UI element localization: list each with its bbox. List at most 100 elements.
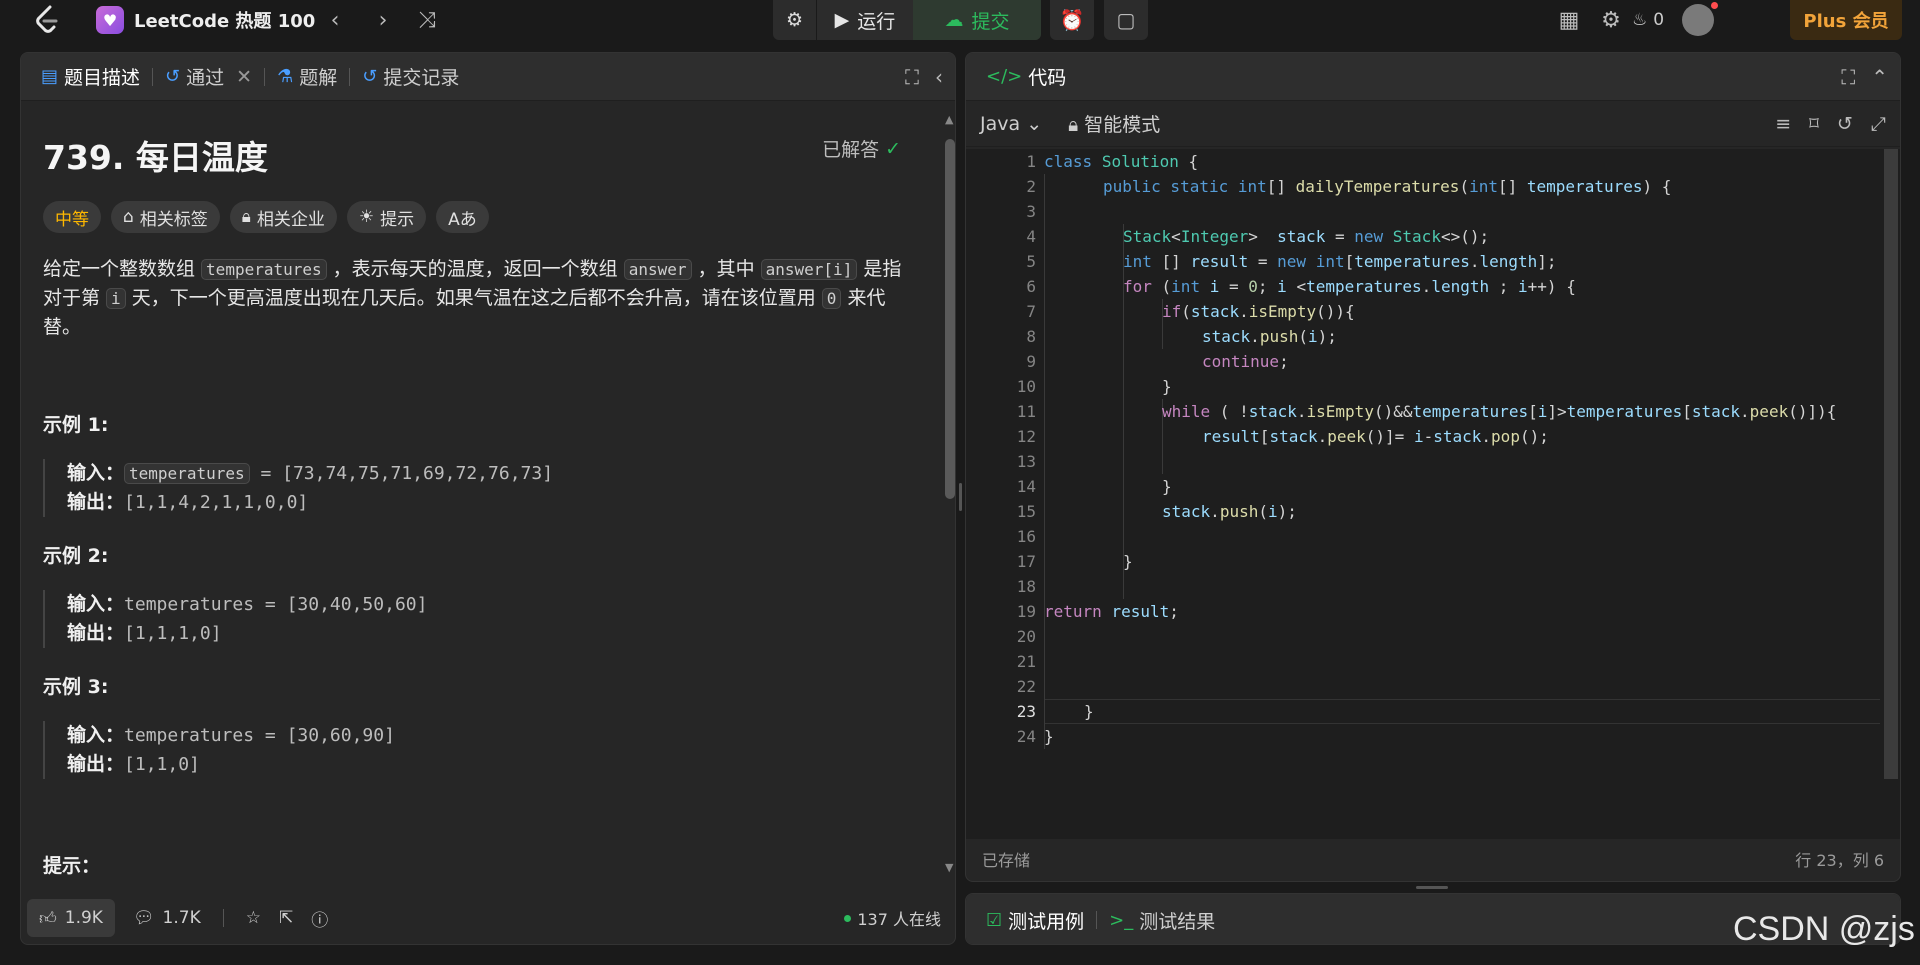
editor-scrollbar[interactable] — [1884, 149, 1898, 839]
line-number: 23 — [1016, 702, 1036, 721]
description-scrollbar[interactable]: ▲ ▼ — [943, 113, 955, 874]
code-line: } — [1162, 477, 1172, 496]
chevron-down-icon: ⌄ — [1026, 112, 1043, 135]
submit-button[interactable]: ☁ 提交 — [913, 0, 1041, 40]
tab-submissions[interactable]: ↺ 提交记录 — [354, 53, 467, 101]
scrollbar-thumb[interactable] — [945, 139, 955, 499]
code-line: if(stack.isEmpty()){ — [1162, 302, 1355, 321]
help-icon[interactable]: ⓘ — [311, 906, 328, 931]
line-number: 22 — [1016, 677, 1036, 696]
line-number: 2 — [1026, 177, 1036, 196]
watermark: CSDN @zjs — [1733, 910, 1915, 948]
settings-gear-icon[interactable]: ⚙ — [1590, 0, 1632, 40]
code-line: stack.push(i); — [1202, 327, 1337, 346]
line-number: 10 — [1016, 377, 1036, 396]
scroll-up-icon[interactable]: ▲ — [945, 113, 953, 126]
note-icon[interactable]: ▢ — [1104, 0, 1148, 40]
fire-icon: ♨ — [1632, 10, 1648, 30]
tab-testcase[interactable]: ☑ 测试用例 — [978, 896, 1092, 944]
plus-membership-button[interactable]: Plus 会员 — [1790, 0, 1902, 40]
vertical-resize-handle[interactable] — [1416, 886, 1448, 889]
code-panel-header: </> 代码 ⛶ ⌃ — [966, 53, 1900, 101]
code-area[interactable]: class Solution { public static int[] dai… — [1044, 149, 1880, 839]
related-companies-tag[interactable]: 🔒︎ 相关企业 — [229, 201, 337, 233]
constraints-heading: 提示： — [43, 855, 101, 877]
expand-icon[interactable]: ⤢ — [1871, 113, 1886, 135]
example-block: 输入： temperatures = [73,74,75,71,69,72,76,… — [43, 459, 919, 517]
avatar[interactable] — [1682, 2, 1719, 36]
line-number: 18 — [1016, 577, 1036, 596]
top-bar: ♥ LeetCode 热题 100 ‹ › ⤨ ⚙ ▶ 运行 ☁ 提交 ⏰ ▢ ▦ … — [0, 0, 1920, 44]
notification-dot — [1711, 2, 1719, 9]
inline-code: i — [106, 288, 126, 309]
format-icon[interactable]: ≡ — [1775, 113, 1791, 135]
line-number: 8 — [1026, 327, 1036, 346]
line-number: 6 — [1026, 277, 1036, 296]
tab-solutions[interactable]: ⚗ 题解 — [269, 53, 345, 101]
reset-icon[interactable]: ↺ — [1837, 113, 1853, 135]
tab-code[interactable]: </> 代码 — [978, 53, 1074, 101]
tab-test-result[interactable]: >_ 测试结果 — [1101, 896, 1223, 944]
debug-icon[interactable]: ⚙ — [773, 0, 817, 40]
inline-code: answer[i] — [760, 259, 858, 280]
code-line: } — [1123, 552, 1133, 571]
problem-footer: 👍︎ 1.9K 💬︎ 1.7K ☆ ⇱ ⓘ 137 人在线 — [21, 892, 955, 944]
alarm-clock-icon[interactable]: ⏰ — [1050, 0, 1094, 40]
inline-code: temperatures — [201, 259, 327, 280]
code-line: } — [1044, 727, 1054, 746]
star-icon[interactable]: ☆ — [246, 908, 261, 928]
line-number: 1 — [1026, 152, 1036, 171]
collapse-left-icon[interactable]: ‹ — [935, 65, 943, 89]
panel-resize-handle[interactable] — [959, 483, 962, 511]
example-block: 输入：temperatures = [30,60,90] 输出：[1,1,0] — [43, 721, 919, 779]
online-dot — [844, 914, 852, 922]
editor-toolbar: Java ⌄ 🔒︎ 智能模式 ≡ ⌑ ↺ ⤢ — [966, 101, 1900, 147]
online-count: 137 人在线 — [844, 906, 941, 930]
lock-icon: 🔒︎ — [241, 207, 251, 227]
close-tab-icon[interactable]: ✕ — [236, 66, 252, 88]
terminal-icon: >_ — [1109, 909, 1134, 931]
tag-icon: ⌂ — [123, 207, 134, 227]
bookmark-icon[interactable]: ⌑ — [1809, 113, 1819, 135]
history-icon: ↺ — [165, 66, 181, 87]
fullscreen-icon[interactable]: ⛶ — [1841, 65, 1855, 89]
code-line: stack.push(i); — [1162, 502, 1297, 521]
problem-title[interactable]: 739. 每日温度 — [43, 131, 919, 179]
hint-tag[interactable]: ☀ 提示 — [346, 201, 427, 233]
shuffle-icon[interactable]: ⤨ — [412, 0, 442, 40]
related-topics-tag[interactable]: ⌂ 相关标签 — [111, 201, 220, 233]
document-icon: ▤ — [41, 66, 59, 87]
language-select[interactable]: Java ⌄ — [980, 113, 1042, 135]
tab-description[interactable]: ▤ 题目描述 — [33, 53, 148, 101]
like-button[interactable]: 👍︎ 1.9K — [27, 899, 115, 937]
fullscreen-icon[interactable]: ⛶ — [905, 65, 919, 89]
share-icon[interactable]: ⇱ — [279, 908, 293, 928]
leetcode-logo-icon[interactable] — [34, 0, 66, 40]
translate-tag[interactable]: Aあ — [436, 201, 489, 233]
problem-statement: 给定一个整数数组 temperatures ，表示每天的温度，返回一个数组 an… — [43, 258, 902, 338]
thumbs-up-icon: 👍︎ — [39, 908, 57, 929]
code-editor[interactable]: 1 2 3 4 5 6 7 8 9 10 11 12 13 14 15 16 17 18 19 20 21 22 23 24 … — [966, 149, 1900, 839]
line-number: 15 — [1016, 502, 1036, 521]
line-number: 21 — [1016, 652, 1036, 671]
code-panel: </> 代码 ⛶ ⌃ Java ⌄ 🔒︎ 智能模式 ≡ ⌑ ↺ ⤢ 1234567… — [965, 52, 1901, 882]
comments-button[interactable]: 💬︎ 1.7K — [133, 908, 201, 928]
difficulty-badge[interactable]: 中等 — [43, 201, 101, 233]
smart-mode-toggle[interactable]: 🔒︎ 智能模式 — [1068, 110, 1160, 137]
line-number: 19 — [1016, 602, 1036, 621]
streak-counter[interactable]: ♨ 0 — [1632, 0, 1664, 40]
tab-accepted[interactable]: ↺ 通过 ✕ — [157, 53, 260, 101]
prev-problem-icon[interactable]: ‹ — [320, 0, 350, 40]
next-problem-icon[interactable]: › — [368, 0, 398, 40]
play-icon: ▶ — [834, 9, 850, 31]
code-line: class Solution { — [1044, 152, 1199, 171]
line-number: 24 — [1016, 727, 1036, 746]
layout-icon[interactable]: ▦ — [1548, 0, 1590, 40]
collapse-up-icon[interactable]: ⌃ — [1871, 65, 1888, 89]
scroll-down-icon[interactable]: ▼ — [945, 861, 953, 874]
problem-list-button[interactable]: ♥ LeetCode 热题 100 — [96, 0, 315, 40]
editor-status-bar: 已存储 行 23，列 6 — [966, 837, 1900, 881]
run-button[interactable]: ▶ 运行 — [817, 0, 913, 40]
cursor-position: 行 23，列 6 — [1795, 851, 1884, 870]
scrollbar-thumb[interactable] — [1884, 149, 1898, 779]
